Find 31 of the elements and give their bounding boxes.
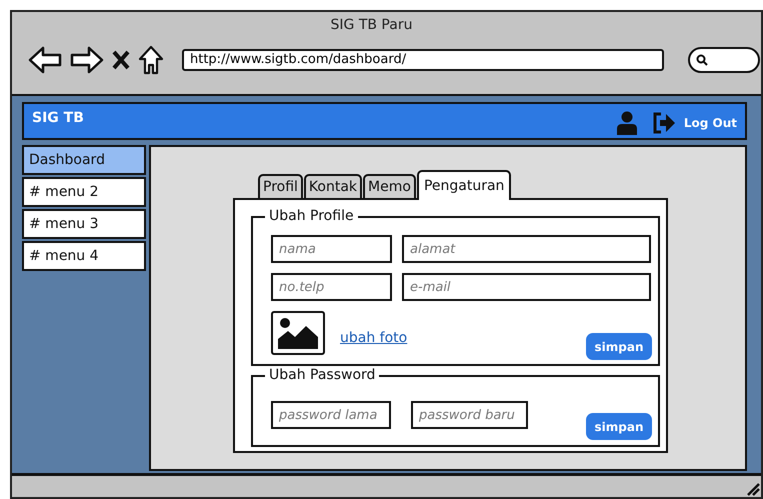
- sidebar-item[interactable]: # menu 3: [22, 209, 146, 239]
- close-icon[interactable]: [112, 50, 130, 70]
- search-icon: [696, 54, 708, 66]
- sidebar-item[interactable]: Dashboard: [22, 145, 146, 175]
- input-field[interactable]: e-mail: [402, 273, 651, 301]
- input-field[interactable]: password baru: [411, 401, 528, 429]
- forward-arrow-icon[interactable]: [70, 46, 104, 74]
- address-bar[interactable]: http://www.sigtb.com/dashboard/: [182, 49, 664, 71]
- change-photo-link[interactable]: ubah foto: [340, 330, 408, 346]
- save-button[interactable]: simpan: [586, 413, 652, 440]
- tab[interactable]: Profil: [258, 174, 303, 198]
- save-button[interactable]: simpan: [586, 333, 652, 360]
- input-field[interactable]: alamat: [402, 235, 651, 263]
- tab[interactable]: Pengaturan: [416, 170, 512, 200]
- back-arrow-icon[interactable]: [28, 46, 62, 74]
- window-title: SIG TB Paru: [330, 16, 414, 35]
- input-field[interactable]: nama: [271, 235, 392, 263]
- logout-icon[interactable]: [652, 111, 676, 135]
- search-field[interactable]: [688, 47, 760, 73]
- home-icon[interactable]: [138, 45, 164, 75]
- tab[interactable]: Kontak: [304, 174, 362, 198]
- app-brand: SIG TB: [32, 110, 84, 126]
- input-field[interactable]: password lama: [271, 401, 391, 429]
- image-icon: [278, 317, 318, 349]
- sidebar-item[interactable]: # menu 2: [22, 177, 146, 207]
- user-icon[interactable]: [616, 111, 638, 135]
- resize-grip-icon[interactable]: [746, 482, 760, 496]
- tab[interactable]: Memo: [363, 174, 416, 198]
- sidebar-item[interactable]: # menu 4: [22, 241, 146, 271]
- input-field[interactable]: no.telp: [271, 273, 392, 301]
- logout-link[interactable]: Log Out: [684, 116, 737, 130]
